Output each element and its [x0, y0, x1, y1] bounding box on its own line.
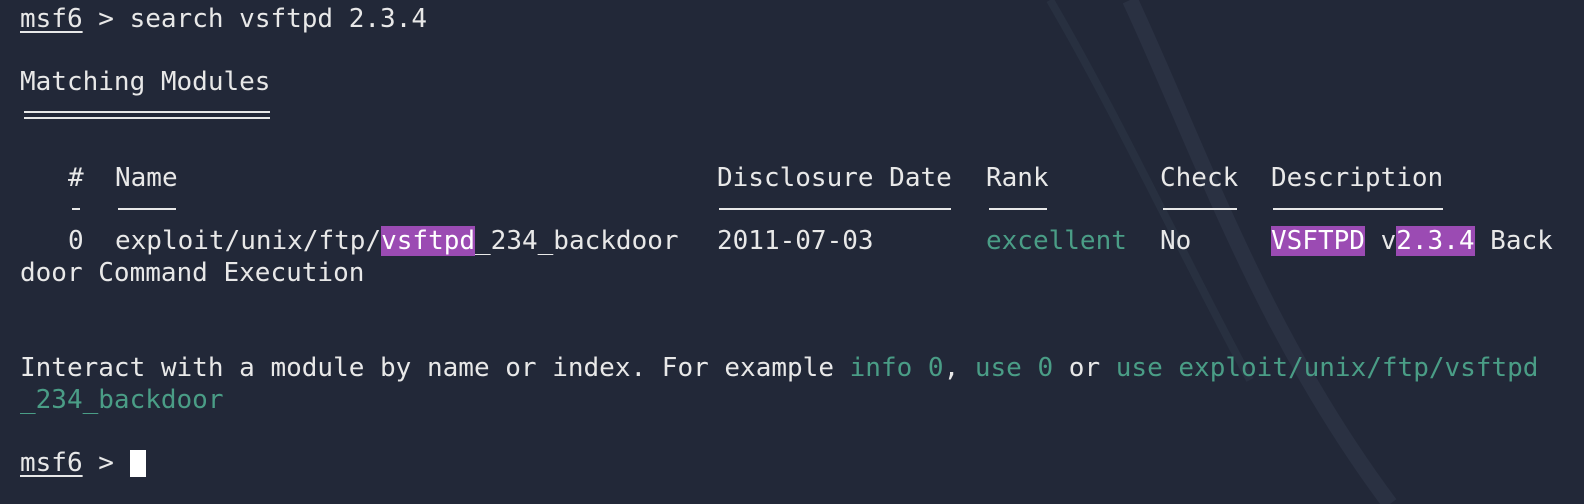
underline-date — [719, 208, 951, 210]
underline-rank — [989, 208, 1047, 210]
terminal-window[interactable]: msf6 > search vsftpd 2.3.4 Matching Modu… — [0, 0, 1584, 504]
hint-command-use-index: use 0 — [974, 353, 1054, 383]
check-value: No — [1160, 226, 1192, 256]
description-value: VSFTPD v2.3.4 Back — [1271, 226, 1553, 256]
search-match-highlight: vsftpd — [381, 226, 476, 256]
table-row: 0 exploit/unix/ftp/vsftpd_234_backdoor 2… — [20, 225, 1560, 257]
underline-check — [1163, 208, 1237, 210]
section-heading: Matching Modules — [20, 67, 271, 97]
search-match-highlight: 2.3.4 — [1396, 226, 1475, 256]
heading-double-underline — [24, 111, 270, 119]
module-name: exploit/unix/ftp/vsftpd_234_backdoor — [115, 226, 679, 256]
search-match-highlight: VSFTPD — [1271, 226, 1365, 256]
column-header-check: Check — [1160, 163, 1239, 193]
column-header-description: Description — [1271, 163, 1444, 193]
prompt-host: msf6 — [20, 448, 83, 478]
disclosure-date: 2011-07-03 — [717, 226, 874, 256]
column-header-name: Name — [115, 163, 178, 193]
hint-command-use-name: use exploit/unix/ftp/vsftpd — [1115, 353, 1539, 383]
underline-name — [118, 208, 176, 210]
row-index: 0 — [68, 226, 84, 256]
prompt-symbol: > — [98, 4, 114, 34]
prompt-host: msf6 — [20, 4, 83, 34]
hint-command-wrap: _234_backdoor — [20, 385, 224, 415]
description-wrap: door Command Execution — [20, 258, 365, 288]
hint-command-info: info 0 — [849, 353, 944, 383]
text-cursor[interactable] — [130, 450, 146, 477]
hint-text: Interact with a module by name or index.… — [20, 353, 1539, 383]
rank-value: excellent — [986, 226, 1127, 256]
column-header-rank: Rank — [986, 163, 1049, 193]
command-line: msf6 > search vsftpd 2.3.4 — [20, 3, 427, 35]
input-prompt[interactable]: msf6 > — [20, 447, 114, 479]
table-header-row: # Name Disclosure Date Rank Check Descri… — [20, 162, 1560, 194]
underline-num — [72, 208, 80, 210]
prompt-symbol: > — [98, 448, 114, 478]
column-header-num: # — [68, 163, 84, 193]
underline-description — [1273, 208, 1443, 210]
column-header-date: Disclosure Date — [717, 163, 952, 193]
command-text: search vsftpd 2.3.4 — [129, 4, 428, 34]
